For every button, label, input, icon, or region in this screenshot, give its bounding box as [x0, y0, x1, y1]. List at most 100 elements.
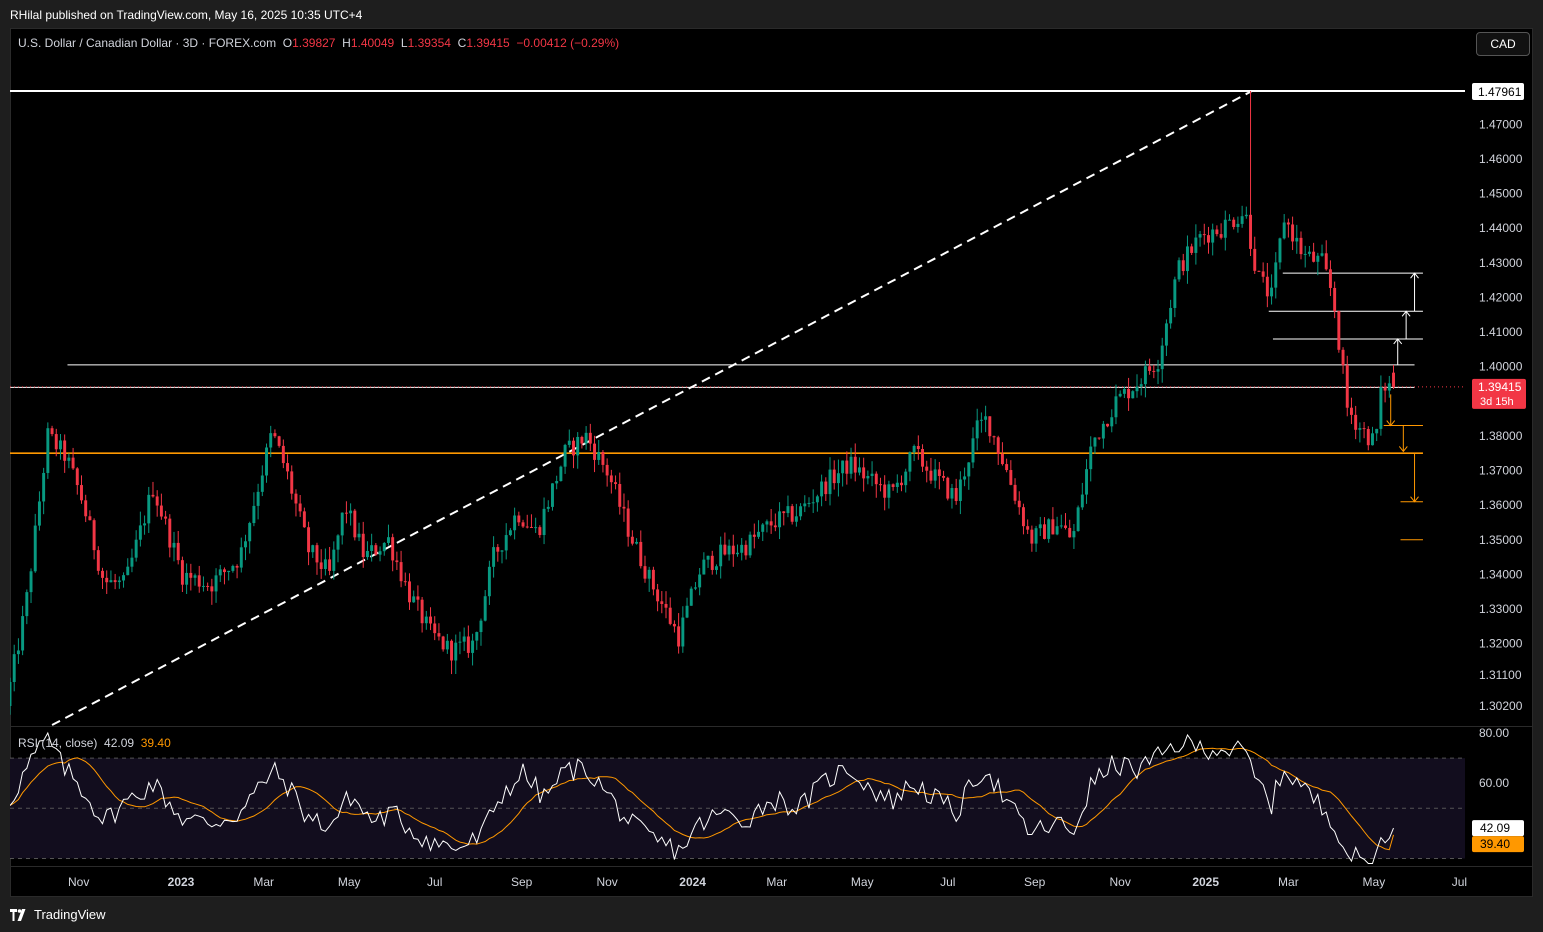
candle-body-282 [1194, 237, 1198, 253]
candle-body-12 [58, 440, 62, 450]
rsi-legend: RSI (14, close) 42.09 39.40 [18, 736, 171, 750]
candle-body-231 [979, 419, 983, 421]
candle-body-274 [1160, 345, 1164, 370]
candle-body-141 [601, 452, 605, 465]
candle-body-309 [1307, 251, 1311, 254]
chart-canvas[interactable]: 1.47000 1.46000 1.45000 1.44000 1.43000 1.420… [10, 28, 1533, 897]
tradingview-logo-icon [10, 908, 26, 921]
currency-button[interactable]: CAD [1476, 32, 1530, 56]
candle-body-151 [643, 566, 647, 579]
candle-body-207 [879, 484, 882, 486]
candle-body-98 [420, 599, 424, 624]
candle-body-152 [647, 569, 651, 579]
rsi-value-tag: 42.09 [1480, 821, 1510, 835]
time-label-11: Sep [1024, 875, 1046, 889]
candle-body-180 [765, 521, 769, 525]
candle-body-150 [639, 541, 643, 567]
candle-body-170 [723, 544, 727, 555]
candle-body-251 [1064, 525, 1067, 528]
candle-body-166 [706, 555, 710, 560]
candle-body-239 [1013, 484, 1017, 501]
candle-body-288 [1219, 234, 1223, 238]
candle-body-39 [172, 542, 176, 548]
candle-body-41 [180, 560, 184, 585]
high-price-tag: 1.47961 [1478, 85, 1522, 99]
candle-body-138 [588, 432, 592, 444]
candle-body-26 [117, 580, 121, 583]
candle-body-94 [403, 581, 407, 583]
time-label-13: 2025 [1192, 875, 1219, 889]
candle-body-304 [1286, 222, 1290, 225]
price-tick-12: 1.35000 [1479, 533, 1523, 547]
candle-body-173 [736, 552, 739, 555]
candle-body-122 [521, 522, 525, 527]
candle-body-103 [441, 636, 445, 650]
candle-body-100 [429, 616, 432, 624]
candle-body-19 [88, 516, 92, 521]
candle-body-40 [176, 542, 180, 561]
candle-body-116 [496, 547, 500, 552]
price-tick-9: 1.38000 [1479, 429, 1523, 443]
time-label-7: 2024 [679, 875, 706, 889]
candle-body-211 [895, 482, 899, 488]
candle-body-260 [1101, 423, 1105, 439]
candle-body-322 [1362, 428, 1366, 430]
candle-body-276 [1169, 307, 1173, 324]
candle-body-115 [492, 547, 496, 567]
candle-body-310 [1312, 251, 1316, 262]
candle-body-64 [277, 436, 281, 446]
candle-body-142 [605, 464, 609, 476]
candle-body-124 [529, 526, 533, 528]
time-label-6: Nov [596, 875, 617, 889]
candle-body-299 [1265, 276, 1269, 297]
candle-body-25 [113, 580, 117, 583]
candle-body-172 [731, 545, 735, 555]
candle-body-102 [437, 633, 441, 637]
time-label-16: Jul [1452, 875, 1467, 889]
candle-body-279 [1181, 260, 1185, 272]
candle-body-296 [1253, 248, 1257, 271]
candle-body-161 [685, 605, 689, 618]
candle-body-132 [563, 444, 567, 467]
price-tick-14: 1.33000 [1479, 602, 1523, 616]
candle-body-22 [101, 570, 104, 578]
candle-body-325 [1375, 428, 1379, 434]
symbol-title[interactable]: U.S. Dollar / Canadian Dollar · 3D · FOR… [18, 36, 276, 50]
rsi-title[interactable]: RSI (14, close) [18, 736, 97, 750]
candle-body-130 [555, 481, 559, 484]
candle-body-17 [80, 485, 83, 501]
price-tick-7: 1.40000 [1479, 360, 1523, 374]
candle-body-20 [92, 520, 96, 551]
time-label-9: May [851, 875, 874, 889]
candle-body-217 [921, 448, 925, 467]
candle-body-238 [1009, 470, 1013, 485]
candle-body-235 [996, 437, 1000, 454]
candle-body-16 [75, 468, 79, 486]
candle-body-86 [370, 545, 374, 551]
candle-body-314 [1328, 269, 1332, 288]
candle-body-224 [950, 488, 954, 499]
candle-body-165 [702, 559, 706, 575]
candle-body-15 [71, 457, 75, 469]
candle-body-123 [525, 526, 529, 528]
candle-body-199 [845, 460, 849, 474]
candle-body-168 [715, 566, 718, 570]
candle-body-147 [626, 508, 630, 537]
trendline [51, 90, 1253, 726]
rsi-tick-0: 80.00 [1479, 726, 1509, 740]
candle-body-129 [550, 483, 554, 507]
candle-body-45 [197, 575, 201, 587]
candle-body-179 [761, 524, 765, 532]
candle-body-208 [883, 484, 887, 498]
price-tick-11: 1.36000 [1479, 498, 1523, 512]
candle-body-24 [109, 580, 113, 583]
candle-body-293 [1240, 216, 1244, 224]
candle-body-328 [1387, 383, 1391, 391]
candle-body-114 [487, 566, 491, 597]
candle-body-175 [744, 544, 748, 556]
candle-body-262 [1110, 417, 1114, 427]
candle-body-63 [273, 433, 277, 437]
candle-body-258 [1093, 437, 1097, 447]
candle-body-71 [307, 527, 311, 553]
candle-body-254 [1076, 507, 1080, 532]
